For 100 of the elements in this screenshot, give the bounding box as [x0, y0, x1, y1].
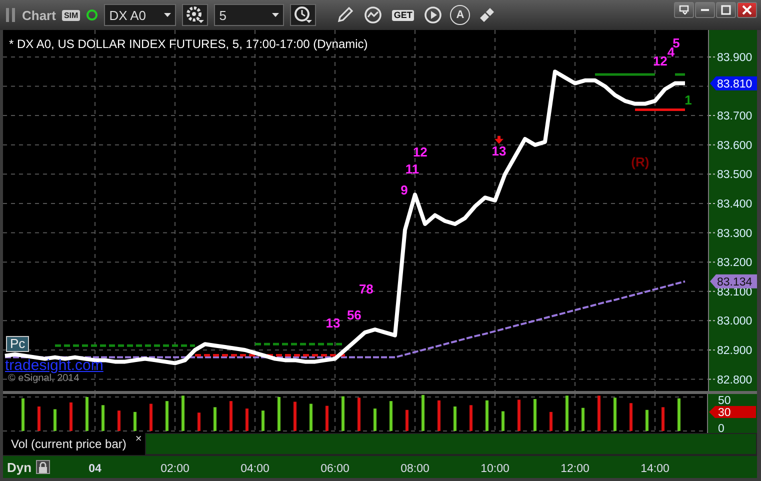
volume-bar — [646, 410, 648, 431]
grip-icon[interactable] — [6, 7, 16, 23]
close-button[interactable] — [737, 2, 757, 18]
signal-label: 78 — [358, 281, 374, 296]
study-label: Vol (current price bar) — [10, 436, 128, 453]
last-price-tag: 83.810 — [710, 76, 757, 90]
window-title: Chart — [22, 8, 56, 22]
date-label: 04 — [88, 463, 102, 475]
volume-bar — [374, 408, 376, 431]
volume-bar — [166, 401, 168, 431]
volume-bar — [214, 407, 216, 431]
axis-label: 50 — [718, 395, 731, 407]
volume-bar — [102, 405, 104, 431]
minimize-button[interactable] — [695, 2, 715, 18]
axis-label: 83.600 — [717, 140, 752, 152]
settings-icon — [186, 6, 204, 24]
time-label: 06:00 — [320, 463, 350, 475]
maximize-button[interactable] — [716, 2, 736, 18]
volume-bar — [86, 397, 88, 431]
signal-label: 5 — [672, 36, 680, 50]
volume-bar — [310, 404, 312, 431]
volume-bar — [150, 404, 152, 431]
volume-bar — [630, 403, 632, 431]
copyright-text: © eSignal, 2014 — [8, 373, 80, 384]
time-label: 02:00 — [160, 463, 190, 475]
axis-label: 83.000 — [717, 316, 752, 328]
time-label: 10:00 — [480, 463, 510, 475]
volume-bar — [182, 396, 184, 431]
study-button[interactable] — [362, 4, 384, 26]
maximize-icon — [721, 5, 731, 15]
volume-tag: 30 — [709, 406, 756, 419]
volume-bar — [518, 400, 520, 431]
clock-icon — [294, 6, 312, 24]
volume-bar — [134, 412, 136, 431]
alert-button[interactable]: A — [450, 5, 470, 25]
chart-circle-icon — [363, 5, 384, 25]
lock-button[interactable] — [36, 460, 50, 474]
volume-bar — [598, 396, 600, 431]
signal-label: (R) — [631, 154, 650, 170]
volume-bar — [566, 396, 568, 431]
lock-icon — [38, 462, 48, 472]
restore-icon — [679, 5, 689, 15]
sim-badge: SIM — [62, 10, 80, 20]
axis-label: 83.700 — [717, 110, 752, 123]
symbol-dropdown[interactable]: DX A0 — [104, 4, 176, 26]
interval-dropdown[interactable]: 5 — [214, 4, 284, 26]
axis-label: 83.900 — [717, 52, 752, 64]
volume-bar — [390, 401, 392, 431]
signal-label: 12 — [412, 144, 428, 160]
volume-bar — [406, 410, 408, 431]
logo-box: Pc — [6, 336, 30, 352]
volume-bar — [582, 408, 584, 431]
volume-bar — [118, 410, 120, 431]
restore-button[interactable] — [674, 2, 694, 18]
volume-bar — [502, 411, 504, 431]
minimize-icon — [701, 9, 709, 11]
volume-bar — [614, 398, 616, 431]
volume-bar — [550, 412, 552, 431]
volume-bar — [678, 398, 680, 431]
chart-title: * DX A0, US DOLLAR INDEX FUTURES, 5, 17:00-17:00 (Dynamic) — [9, 37, 368, 51]
get-button[interactable]: GET — [390, 4, 416, 26]
volume-bar — [230, 401, 232, 431]
axis-label: 0 — [718, 423, 724, 433]
volume-bar — [326, 406, 328, 431]
volume-bar — [534, 399, 536, 431]
time-label: 08:00 — [400, 463, 430, 475]
signal-label: 11 — [405, 162, 420, 176]
volume-bar — [54, 409, 56, 431]
axis-label: 83.200 — [717, 257, 752, 270]
close-icon — [742, 5, 752, 15]
axis-label: 83.300 — [717, 228, 752, 240]
clock-button[interactable] — [290, 4, 316, 26]
volume-bar — [198, 412, 200, 431]
time-label: 12:00 — [560, 463, 590, 475]
settings-button[interactable] — [182, 4, 208, 26]
axis-label: 83.400 — [717, 198, 752, 210]
play-button[interactable] — [422, 4, 444, 26]
signal-label: 1 — [684, 92, 692, 108]
volume-bar — [22, 398, 24, 431]
axis-label: 82.900 — [717, 344, 752, 357]
volume-bar — [246, 408, 248, 431]
signal-label: 13 — [326, 315, 340, 330]
signal-label: 56 — [346, 307, 362, 322]
volume-bar — [294, 402, 296, 431]
volume-bar — [342, 396, 344, 431]
volume-bar — [486, 400, 488, 431]
caret-icon — [272, 13, 280, 17]
volume-bar — [662, 407, 664, 431]
volume-bar — [262, 410, 264, 431]
signal-label: 12 — [652, 53, 668, 68]
time-label: 14:00 — [640, 463, 670, 475]
volume-bar — [358, 398, 360, 431]
scale-mode-label: Dyn — [6, 460, 33, 474]
signal-label: 13 — [492, 143, 506, 158]
close-button[interactable]: × — [132, 433, 145, 445]
pencil-icon — [335, 5, 356, 25]
time-label: 04:00 — [240, 463, 270, 475]
volume-bar — [278, 397, 280, 431]
volume-bar — [70, 402, 72, 431]
volume-bar — [470, 405, 472, 431]
